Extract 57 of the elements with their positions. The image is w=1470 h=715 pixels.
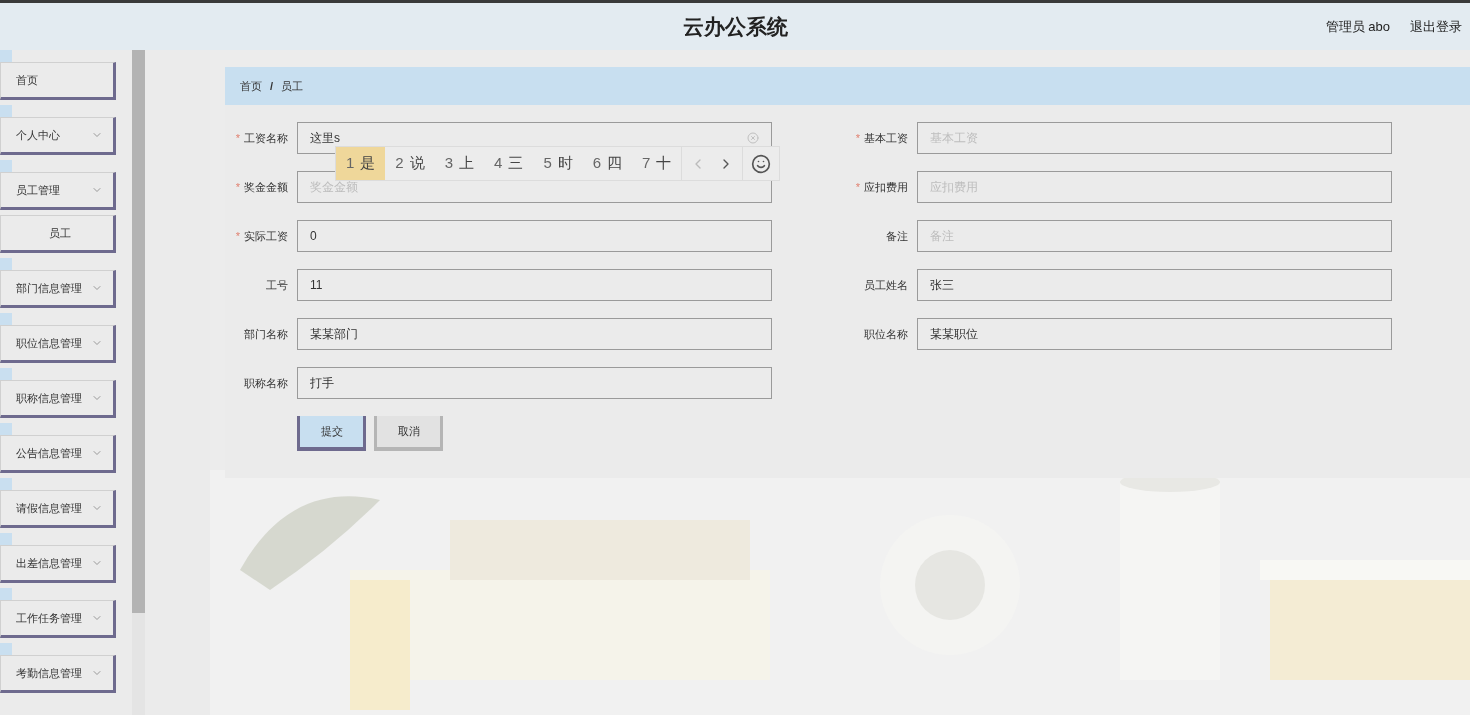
sidebar-item[interactable]: 出差信息管理 bbox=[0, 545, 116, 583]
input-field[interactable]: 某某职位 bbox=[917, 318, 1392, 350]
field-label: 职称名称 bbox=[244, 375, 288, 391]
field-label: 实际工资 bbox=[244, 228, 288, 244]
input-field[interactable]: 11 bbox=[297, 269, 772, 301]
sidebar-item[interactable]: 员工 bbox=[0, 215, 116, 253]
field-label: 基本工资 bbox=[864, 130, 908, 146]
sidebar-item[interactable]: 职称信息管理 bbox=[0, 380, 116, 418]
field-label: 部门名称 bbox=[244, 326, 288, 342]
required-asterisk: * bbox=[235, 130, 240, 146]
field-label: 奖金金额 bbox=[244, 179, 288, 195]
sidebar-marker bbox=[0, 588, 12, 600]
field-label: 备注 bbox=[886, 228, 908, 244]
sidebar-marker bbox=[0, 105, 12, 117]
submit-button[interactable]: 提交 bbox=[297, 416, 366, 451]
breadcrumb-separator: / bbox=[270, 78, 274, 94]
sidebar-marker bbox=[0, 423, 12, 435]
sidebar-item[interactable]: 考勤信息管理 bbox=[0, 655, 116, 693]
user-name: 管理员 abo bbox=[1325, 17, 1390, 36]
input-field[interactable]: 0 bbox=[297, 220, 772, 252]
sidebar-item[interactable]: 公告信息管理 bbox=[0, 435, 116, 473]
sidebar-item[interactable]: 工作任务管理 bbox=[0, 600, 116, 638]
sidebar-marker bbox=[0, 368, 12, 380]
sidebar-item[interactable]: 职位信息管理 bbox=[0, 325, 116, 363]
required-asterisk: * bbox=[235, 179, 240, 195]
sidebar-marker bbox=[0, 258, 12, 270]
field-label: 应扣费用 bbox=[864, 179, 908, 195]
sidebar-marker bbox=[0, 478, 12, 490]
field-label: 职位名称 bbox=[864, 326, 908, 342]
input-field[interactable]: 某某部门 bbox=[297, 318, 772, 350]
app-title: 云办公系统 bbox=[682, 13, 788, 40]
sidebar-marker bbox=[0, 160, 12, 172]
sidebar-item[interactable]: 员工管理 bbox=[0, 172, 116, 210]
sidebar-marker bbox=[0, 533, 12, 545]
logout-link[interactable]: 退出登录 bbox=[1410, 16, 1462, 37]
cancel-button[interactable]: 取消 bbox=[374, 416, 443, 451]
field-label: 员工姓名 bbox=[864, 277, 908, 293]
required-asterisk: * bbox=[855, 179, 860, 195]
sidebar-marker bbox=[0, 643, 12, 655]
breadcrumb-link[interactable]: 首页 bbox=[240, 77, 262, 95]
scrollbar-thumb[interactable] bbox=[132, 50, 145, 613]
sidebar-marker bbox=[0, 313, 12, 325]
input-field[interactable]: 张三 bbox=[917, 269, 1392, 301]
sidebar-item[interactable]: 个人中心 bbox=[0, 117, 116, 155]
required-asterisk: * bbox=[855, 130, 860, 146]
emoji-icon[interactable] bbox=[751, 153, 772, 174]
sidebar-item[interactable]: 部门信息管理 bbox=[0, 270, 116, 308]
breadcrumb-link[interactable]: 员工 bbox=[281, 77, 304, 95]
sidebar-marker bbox=[0, 50, 12, 62]
field-label: 工资名称 bbox=[244, 130, 288, 146]
candidate-item[interactable]: 1 是 bbox=[336, 147, 386, 180]
input-field[interactable]: 打手 bbox=[297, 367, 772, 399]
clear-icon[interactable] bbox=[747, 132, 759, 144]
required-asterisk: * bbox=[235, 228, 240, 244]
field-label: 工号 bbox=[266, 277, 288, 293]
sidebar-item[interactable]: 请假信息管理 bbox=[0, 490, 116, 528]
sidebar-item[interactable]: 首页 bbox=[0, 62, 116, 100]
